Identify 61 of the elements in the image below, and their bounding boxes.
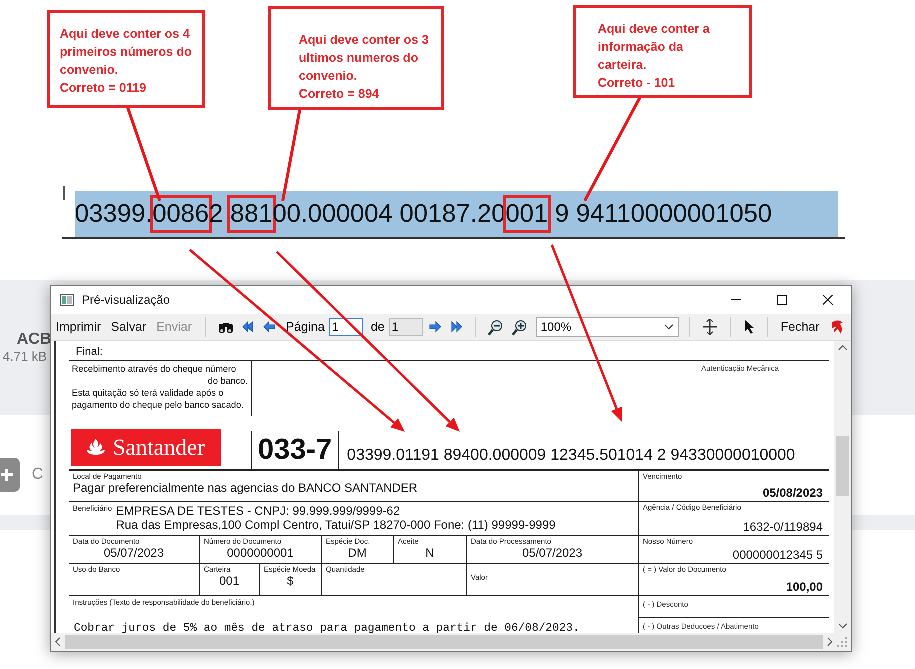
field-value: Pagar preferencialmente nas agencias do BANCO SANTANDER	[73, 481, 419, 495]
toolbar-button[interactable]: Imprimir	[53, 318, 104, 336]
receipt-note: Recebimento através do cheque número do banco. Esta quitação só terá validade após o pagamento do cheque pelo banco sacado.	[69, 361, 252, 416]
chevron-right-icon	[827, 637, 833, 647]
digitable-line: 03399.01191 89400.000009 12345.501014 2 94330000010000	[346, 447, 796, 466]
field-value: $	[286, 574, 295, 588]
field-value: 1632-0/119894	[742, 520, 823, 534]
horizontal-scrollbar[interactable]	[51, 633, 851, 651]
field-value: 001	[218, 574, 241, 588]
field-value: DM	[347, 546, 368, 560]
previous-page-button[interactable]	[261, 320, 278, 334]
field-value: 05/07/2023	[102, 546, 166, 560]
double-left-arrow-icon	[242, 321, 256, 333]
zoom-in-icon	[512, 318, 528, 336]
bank-code: 033-7	[251, 431, 340, 469]
beneficiary-details: EMPRESA DE TESTES - CNPJ: 99.999.999/9999-62 Rua das Empresas,100 Compl Centro, Tatui/SP 18270-000 Fone: (11) 99999-9999	[116, 504, 556, 533]
side-text: C	[32, 466, 44, 484]
add-button[interactable]	[0, 458, 20, 492]
callout-note: Aqui deve conter a informação da carteira. Correto - 101	[573, 5, 752, 98]
binoculars-icon	[218, 320, 234, 334]
instruction-text: Cobrar juros de 5% ao mês de atraso para pagamento a partir de 06/08/2023.	[74, 622, 581, 633]
toolbar-button[interactable]: Salvar	[108, 318, 150, 336]
scrollbar-thumb[interactable]	[836, 436, 849, 496]
page-label: Página	[286, 320, 325, 334]
chevron-down-icon	[838, 623, 848, 629]
chevron-up-icon	[838, 345, 848, 351]
callout-note: Aqui deve conter os 3 ultimos numeros do convenio. Correto = 894	[268, 6, 444, 110]
zoom-dropdown[interactable]: 100%	[536, 317, 679, 337]
vertical-scrollbar[interactable]	[834, 341, 851, 633]
window-title: Pré-visualização	[82, 293, 172, 307]
toolbar-button[interactable]: Fechar	[778, 318, 823, 336]
move-icon	[702, 319, 718, 335]
double-right-arrow-icon	[450, 321, 463, 333]
bank-logo: Santander	[71, 429, 221, 466]
page-count-label: de	[370, 320, 385, 334]
scrollbar-thumb[interactable]	[65, 635, 823, 649]
page-count-field[interactable]: 1	[388, 318, 423, 336]
left-arrow-icon	[263, 321, 276, 333]
resize-grip-icon[interactable]	[837, 637, 847, 647]
chevron-down-icon	[664, 324, 674, 330]
field-value: 000000012345 5	[732, 548, 823, 562]
next-page-button[interactable]	[426, 320, 444, 334]
pointer-icon	[742, 319, 755, 335]
field-value: 05/07/2023	[521, 546, 584, 560]
field-value: 0000000001	[226, 546, 295, 560]
zoom-out-icon	[488, 318, 504, 336]
field-value: 05/08/2023	[762, 486, 823, 500]
close-icon	[823, 295, 833, 305]
window-icon	[60, 294, 74, 306]
field-label: Final:	[76, 346, 103, 360]
plus-icon	[0, 468, 14, 482]
flame-icon	[87, 439, 106, 456]
right-arrow-icon	[428, 321, 442, 333]
field-value: N	[424, 546, 436, 560]
file-size: 4.71 kB	[3, 349, 48, 364]
chevron-left-icon	[55, 637, 61, 647]
field-value: 100,00	[785, 580, 823, 594]
callout-note: Aqui deve conter os 4 primeiros números do convenio. Correto = 0119	[47, 10, 205, 108]
page-field[interactable]: 1	[328, 318, 363, 336]
file-name: ACB	[17, 331, 52, 349]
maximize-icon	[777, 295, 787, 305]
